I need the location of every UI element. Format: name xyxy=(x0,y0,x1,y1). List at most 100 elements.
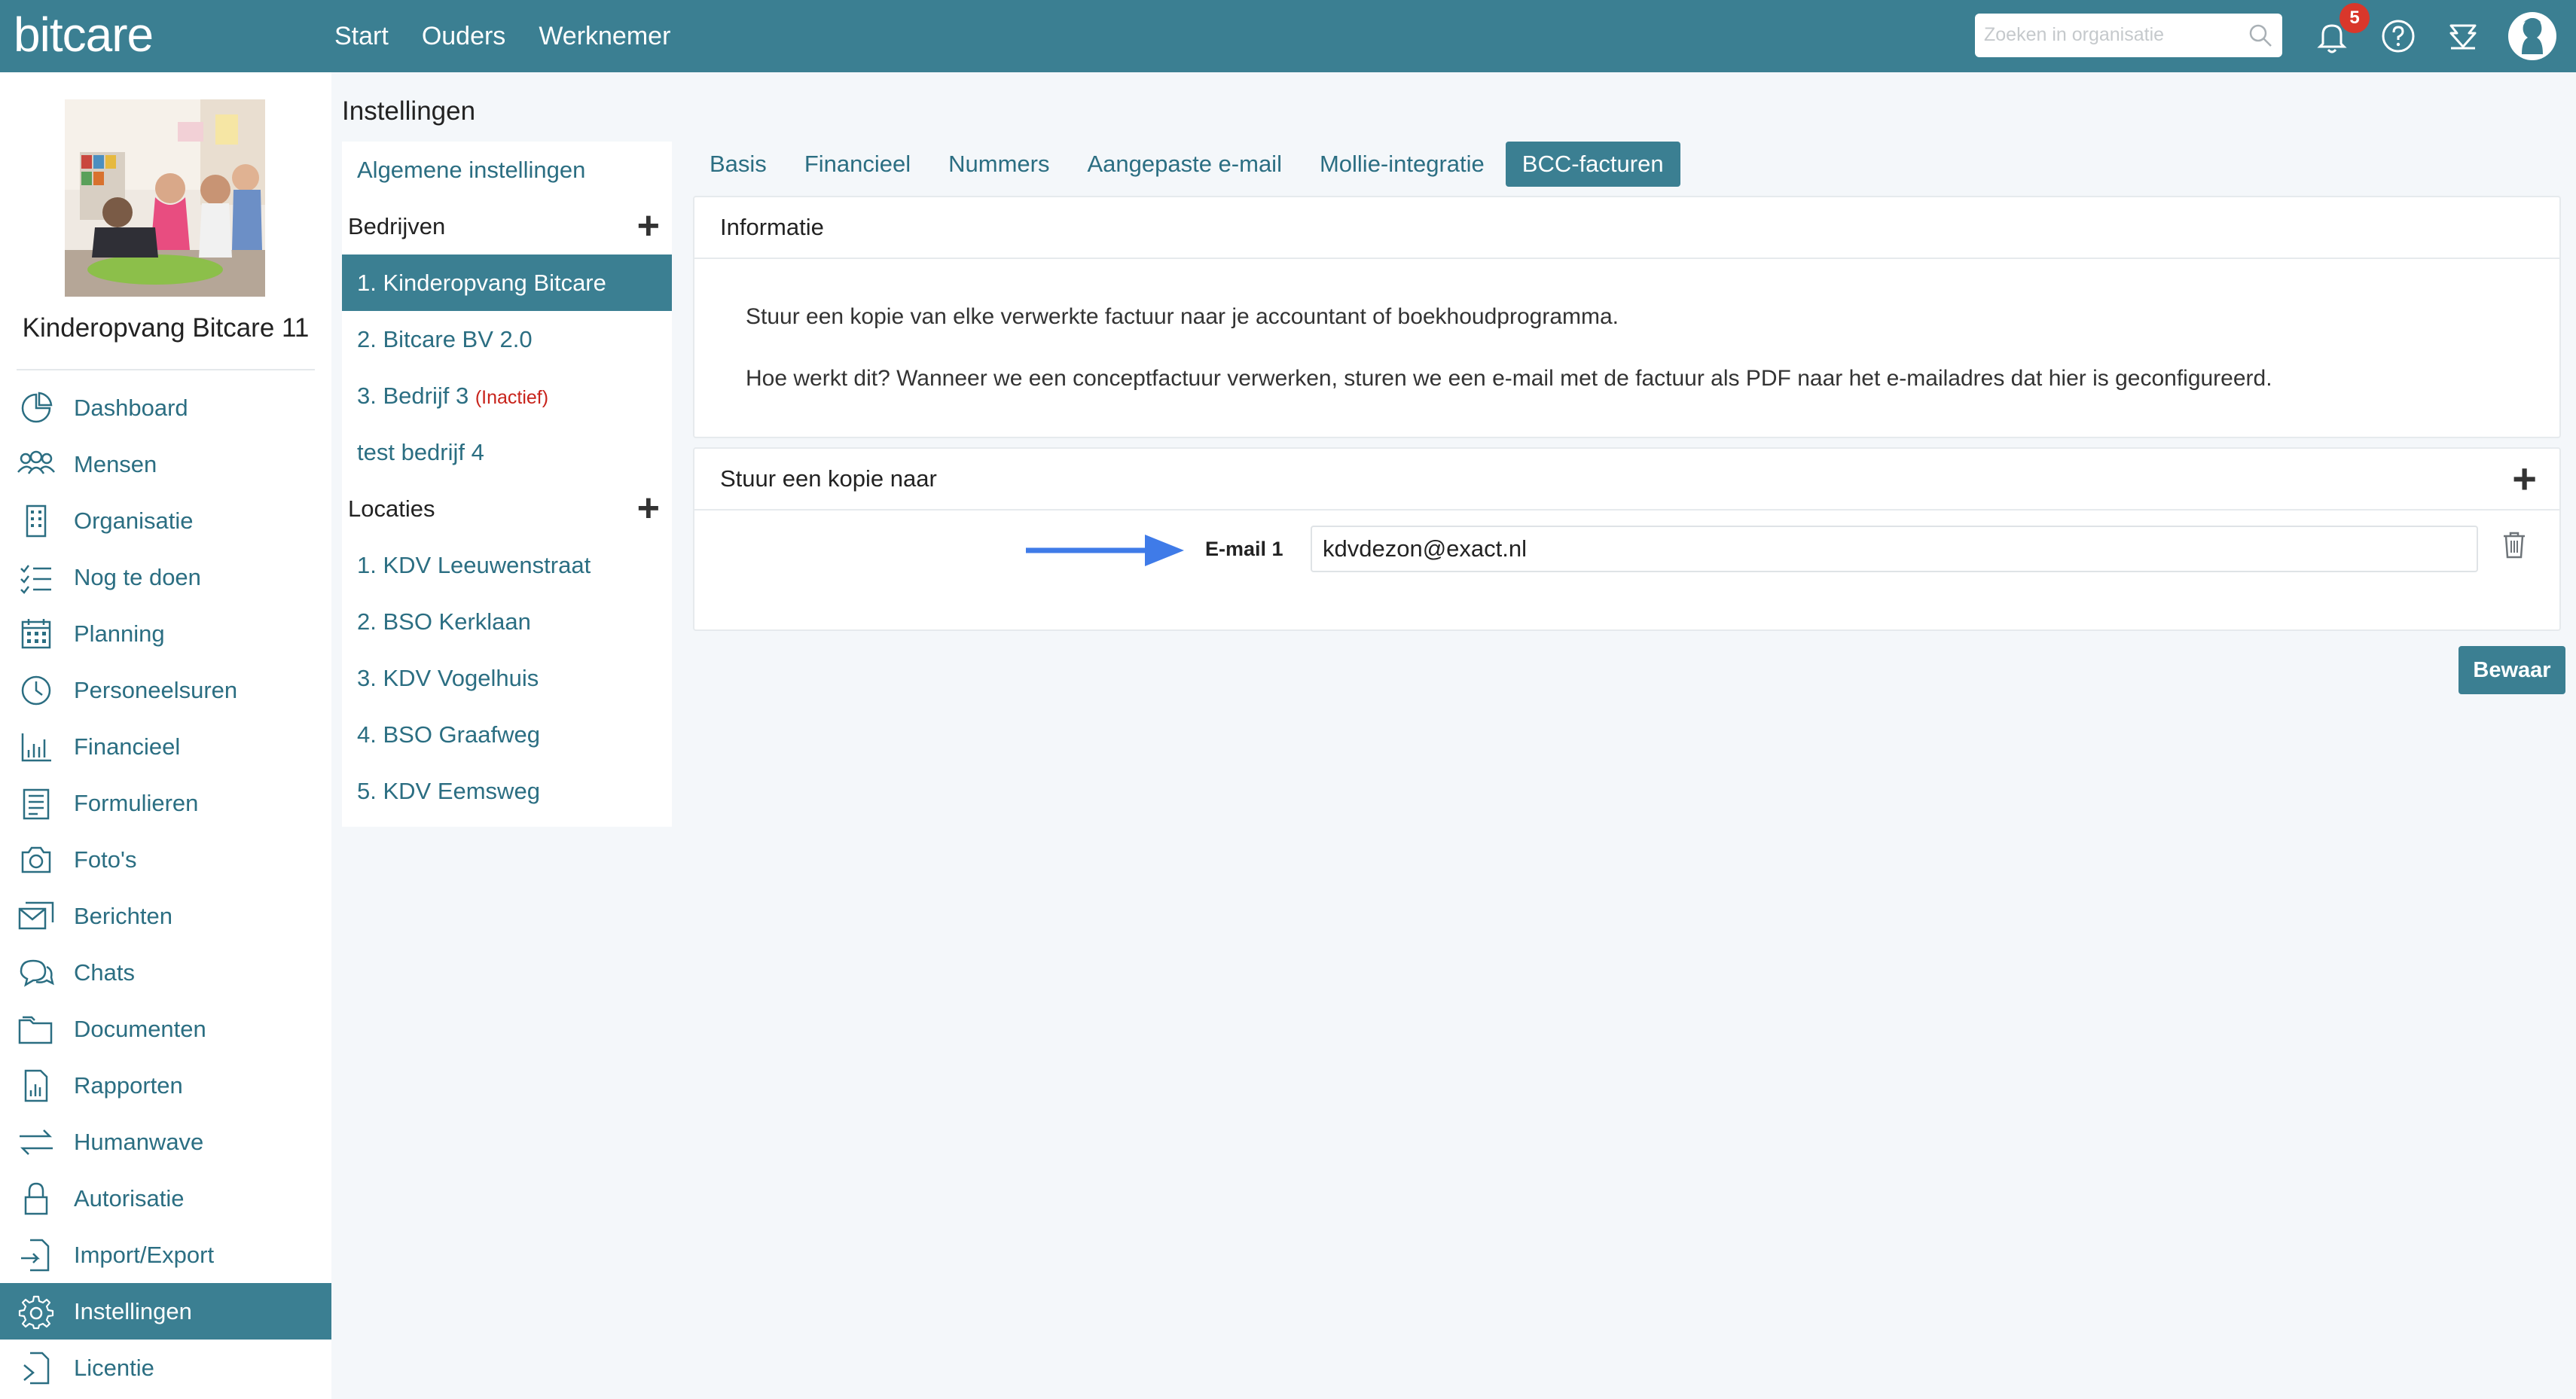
nav-werknemer[interactable]: Werknemer xyxy=(539,22,670,51)
location-item[interactable]: 4. BSO Graafweg xyxy=(342,706,672,763)
gear-icon xyxy=(18,1295,54,1329)
calendar-icon xyxy=(21,618,51,648)
sidebar-item-label: Berichten xyxy=(74,902,172,929)
people-icon xyxy=(17,450,55,474)
camera-icon xyxy=(21,846,51,873)
location-item[interactable]: 5. KDV Eemsweg xyxy=(342,763,672,819)
send-copy-header-label: Stuur een kopie naar xyxy=(720,465,937,492)
tab-mollie-integratie[interactable]: Mollie-integratie xyxy=(1303,142,1501,187)
sidebar-item-organisatie[interactable]: Organisatie xyxy=(0,492,331,549)
sidebar-item-licentie[interactable]: Licentie xyxy=(0,1340,331,1396)
nav-ouders[interactable]: Ouders xyxy=(422,22,506,51)
settings-navigation: Algemene instellingen Bedrijven + 1. Kin… xyxy=(342,142,672,827)
sidebar-item-planning[interactable]: Planning xyxy=(0,605,331,662)
company-item[interactable]: 2. Bitcare BV 2.0 xyxy=(342,311,672,367)
form-icon xyxy=(23,788,50,819)
bitcare-logo[interactable]: bitcare xyxy=(14,3,154,66)
sidebar-item-mensen[interactable]: Mensen xyxy=(0,436,331,492)
search-input[interactable] xyxy=(1975,14,2249,56)
organization-photo xyxy=(65,99,265,297)
chat-icon xyxy=(20,959,54,987)
checklist-icon xyxy=(20,564,51,594)
sidebar-item-label: Foto's xyxy=(74,846,137,873)
settings-item-general[interactable]: Algemene instellingen xyxy=(342,142,672,198)
clock-icon xyxy=(21,675,51,705)
info-card: Informatie Stuur een kopie van elke verw… xyxy=(693,196,2561,438)
sidebar-item-label: Personeelsuren xyxy=(74,676,238,703)
email-label: E-mail 1 xyxy=(1205,538,1283,560)
sidebar-item-formulieren[interactable]: Formulieren xyxy=(0,775,331,831)
sidebar-item-import-export[interactable]: Import/Export xyxy=(0,1227,331,1283)
sidebar-item-label: Rapporten xyxy=(74,1071,183,1099)
sidebar-item-label: Mensen xyxy=(74,450,157,477)
save-button[interactable]: Bewaar xyxy=(2458,646,2565,694)
sidebar-item-label: Organisatie xyxy=(74,507,194,534)
sidebar-item-humanwave[interactable]: Humanwave xyxy=(0,1114,331,1170)
locations-header-label: Locaties xyxy=(348,495,435,522)
company-item[interactable]: 1. Kinderopvang Bitcare xyxy=(342,255,672,311)
company-label: 3. Bedrijf 3 xyxy=(357,383,469,409)
add-location-button[interactable]: + xyxy=(637,480,660,537)
company-label: 1. Kinderopvang Bitcare xyxy=(357,270,606,296)
sidebar-item-label: Planning xyxy=(74,620,165,647)
search-box xyxy=(1975,14,2282,57)
sidebar-item-label: Dashboard xyxy=(74,394,188,421)
inactive-badge: (Inactief) xyxy=(475,387,549,408)
sidebar-item-personeelsuren[interactable]: Personeelsuren xyxy=(0,662,331,718)
tab-aangepaste-email[interactable]: Aangepaste e-mail xyxy=(1070,142,1299,187)
trash-icon[interactable] xyxy=(2502,530,2526,559)
location-item[interactable]: 1. KDV Leeuwenstraat xyxy=(342,537,672,593)
sidebar-item-label: Nog te doen xyxy=(74,563,201,590)
company-item[interactable]: 3. Bedrijf 3 (Inactief) xyxy=(342,367,672,424)
sidebar-item-nog-te-doen[interactable]: Nog te doen xyxy=(0,549,331,605)
tab-nummers[interactable]: Nummers xyxy=(932,142,1066,187)
report-icon xyxy=(24,1069,48,1102)
sidebar-item-documenten[interactable]: Documenten xyxy=(0,1001,331,1057)
sidebar-item-chats[interactable]: Chats xyxy=(0,944,331,1001)
locations-header: Locaties + xyxy=(342,480,672,537)
folder-icon xyxy=(18,1016,53,1044)
bar-chart-icon xyxy=(21,733,51,761)
email-field[interactable] xyxy=(1311,526,2478,572)
sidebar-item-dashboard[interactable]: Dashboard xyxy=(0,379,331,436)
location-item[interactable]: 3. KDV Vogelhuis xyxy=(342,650,672,706)
sidebar-item-label: Instellingen xyxy=(74,1297,192,1324)
sidebar-item-label: Chats xyxy=(74,959,135,986)
info-text-how-it-works: Hoe werkt dit? Wanneer we een conceptfac… xyxy=(746,366,2272,391)
tab-basis[interactable]: Basis xyxy=(693,142,783,187)
tab-financieel[interactable]: Financieel xyxy=(788,142,927,187)
building-icon xyxy=(26,504,47,537)
sidebar-item-label: Licentie xyxy=(74,1354,154,1381)
companies-header-label: Bedrijven xyxy=(348,213,446,239)
search-icon[interactable] xyxy=(2248,23,2273,48)
send-copy-header: Stuur een kopie naar + xyxy=(694,449,2559,511)
sidebar-item-berichten[interactable]: Berichten xyxy=(0,888,331,944)
organization-name: Kinderopvang Bitcare 11 xyxy=(22,313,310,343)
notification-badge: 5 xyxy=(2339,3,2370,33)
sidebar-item-fotos[interactable]: Foto's xyxy=(0,831,331,888)
license-icon xyxy=(23,1352,50,1384)
import-export-icon xyxy=(21,1239,50,1271)
company-item[interactable]: test bedrijf 4 xyxy=(342,424,672,480)
help-icon[interactable] xyxy=(2376,14,2421,59)
add-email-button[interactable]: + xyxy=(2512,449,2537,509)
avatar[interactable] xyxy=(2507,11,2558,62)
sidebar-item-label: Humanwave xyxy=(74,1128,204,1155)
dashboard-icon xyxy=(21,392,53,422)
sidebar-item-autorisatie[interactable]: Autorisatie xyxy=(0,1170,331,1227)
add-company-button[interactable]: + xyxy=(637,198,660,255)
company-label: test bedrijf 4 xyxy=(357,439,484,465)
arrow-annotation-icon xyxy=(1026,535,1184,566)
sidebar-item-label: Autorisatie xyxy=(74,1184,185,1212)
sidebar-item-rapporten[interactable]: Rapporten xyxy=(0,1057,331,1114)
companies-header: Bedrijven + xyxy=(342,198,672,255)
sidebar-item-label: Financieel xyxy=(74,733,181,760)
sidebar-menu: Dashboard Mensen Organisatie Nog te doen… xyxy=(0,379,331,1396)
organization-switch-icon[interactable] xyxy=(2440,14,2486,59)
sidebar-item-financieel[interactable]: Financieel xyxy=(0,718,331,775)
sidebar-item-instellingen[interactable]: Instellingen xyxy=(0,1283,331,1340)
tab-bcc-facturen[interactable]: BCC-facturen xyxy=(1505,142,1680,187)
nav-start[interactable]: Start xyxy=(334,22,389,51)
main-sidebar: Kinderopvang Bitcare 11 Dashboard Mensen… xyxy=(0,72,331,1399)
location-item[interactable]: 2. BSO Kerklaan xyxy=(342,593,672,650)
